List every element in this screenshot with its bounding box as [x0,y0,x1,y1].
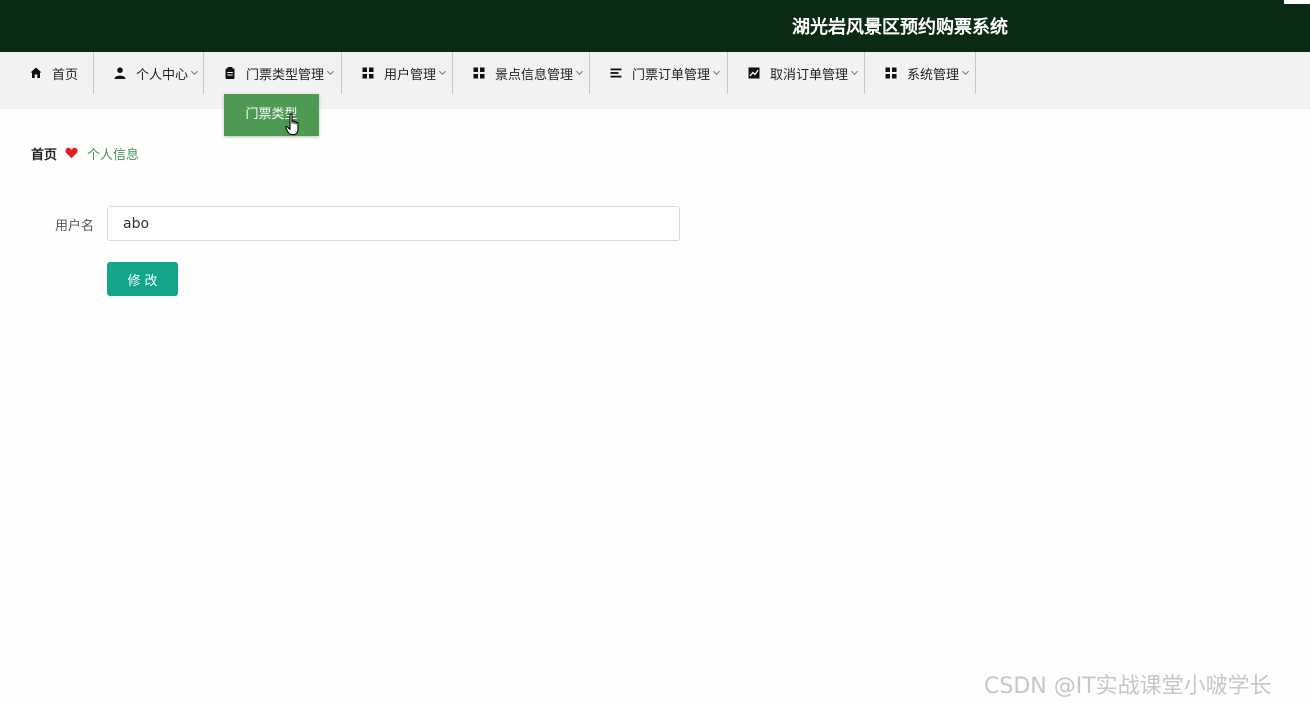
nav-item-cancel-order-management[interactable]: 取消订单管理 [728,52,865,94]
chevron-down-icon [326,67,335,75]
grid-icon [362,67,374,79]
nav-item-label: 门票订单管理 [632,67,711,83]
user-icon [114,67,126,79]
modify-button[interactable]: 修改 [107,262,178,296]
ticket-type-dropdown: 门票类型 [224,94,319,136]
username-input[interactable] [107,206,680,241]
hand-cursor-icon [285,113,299,136]
username-label: 用户名 [55,219,95,234]
breadcrumb-home-link[interactable]: 首页 [31,144,57,163]
nav-item-label: 系统管理 [907,67,960,83]
heart-icon [65,147,78,159]
chevron-down-icon [575,67,584,75]
system-title: 湖光岩风景区预约购票系统 [792,17,1008,38]
chevron-down-icon [961,67,970,75]
chevron-down-icon [190,67,199,75]
clipboard-icon [224,67,236,79]
nav-item-system-management[interactable]: 系统管理 [865,52,976,94]
breadcrumb: 首页 个人信息 [31,144,140,163]
nav-item-label: 首页 [52,67,79,83]
nav-item-label: 门票类型管理 [246,67,325,83]
csdn-watermark: CSDN @IT实战课堂小啵学长 [984,674,1272,699]
home-icon [30,67,42,79]
chevron-down-icon [712,67,721,75]
nav-item-attraction-management[interactable]: 景点信息管理 [453,52,590,94]
nav-item-home[interactable]: 首页 [0,52,94,94]
top-header: 湖光岩风景区预约购票系统 [0,0,1310,52]
nav-item-ticket-order-management[interactable]: 门票订单管理 [590,52,728,94]
main-nav: 首页 个人中心 门票类型管理 用户管理 景点信息管理 门票订单管理 取消订单管理… [0,52,1310,109]
chart-icon [748,67,760,79]
grid-icon [473,67,485,79]
breadcrumb-current: 个人信息 [87,147,140,163]
nav-item-ticket-type-management[interactable]: 门票类型管理 [204,52,342,94]
list-icon [610,67,622,79]
header-corner-mark [1284,0,1310,4]
chevron-down-icon [850,67,859,75]
nav-item-user-management[interactable]: 用户管理 [342,52,453,94]
nav-item-personal-center[interactable]: 个人中心 [94,52,204,94]
nav-item-label: 取消订单管理 [770,67,849,83]
nav-item-label: 用户管理 [384,67,437,83]
grid-icon [885,67,897,79]
dropdown-item-ticket-type[interactable]: 门票类型 [224,94,319,136]
nav-item-label: 景点信息管理 [495,67,574,83]
chevron-down-icon [438,67,447,75]
nav-item-label: 个人中心 [136,67,189,83]
